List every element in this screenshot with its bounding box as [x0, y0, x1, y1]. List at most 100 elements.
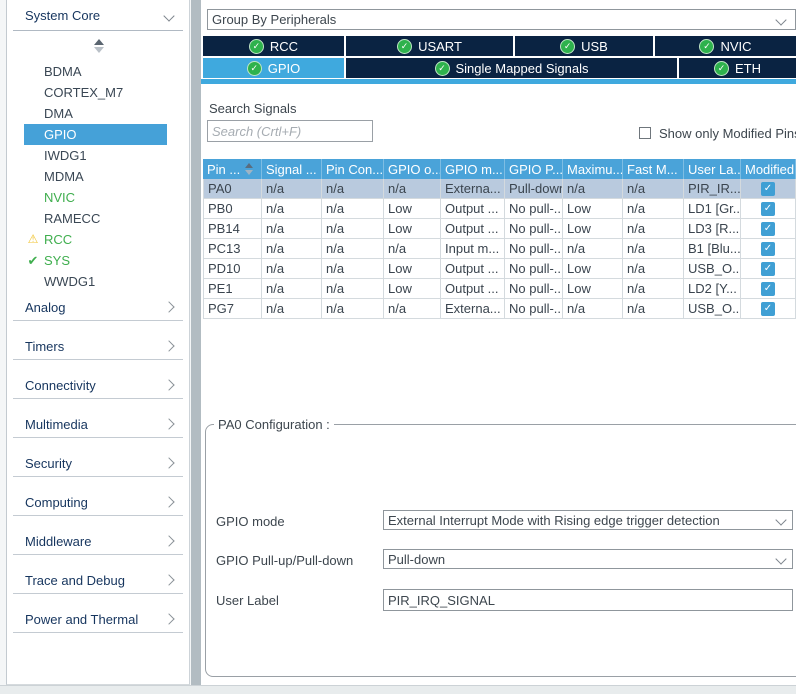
- cell-signal: n/a: [262, 279, 322, 299]
- cell-gpio-mode: Output ...: [441, 259, 505, 279]
- search-signals-label: Search Signals: [209, 101, 296, 116]
- column-header-gpio-output[interactable]: GPIO o...: [384, 159, 441, 179]
- sidebar-category-computing[interactable]: Computing: [13, 489, 183, 528]
- sidebar-item-sys[interactable]: ✔ SYS: [24, 250, 167, 271]
- chevron-right-icon: [163, 574, 174, 585]
- cell-fast-mode: n/a: [623, 239, 684, 259]
- column-header-gpio-mode[interactable]: GPIO m...: [441, 159, 505, 179]
- chevron-down-icon: [775, 14, 786, 25]
- sidebar-category-security[interactable]: Security: [13, 450, 183, 489]
- scroll-up-icon[interactable]: [94, 39, 104, 45]
- sidebar-item-dma[interactable]: DMA: [24, 103, 167, 124]
- group-by-dropdown[interactable]: Group By Peripherals: [207, 9, 796, 30]
- peripheral-label: RCC: [44, 232, 72, 247]
- sidebar-category-middleware[interactable]: Middleware: [13, 528, 183, 567]
- show-only-modified-pins-checkbox[interactable]: [639, 127, 651, 139]
- pins-table: Pin ... Signal ... Pin Con... GPIO o... …: [203, 159, 796, 319]
- tab-eth[interactable]: ETH: [679, 58, 796, 78]
- tab-single-mapped-signals[interactable]: Single Mapped Signals: [346, 58, 677, 78]
- table-row-pg7[interactable]: PG7 n/a n/a n/a Externa... No pull-... n…: [203, 299, 796, 319]
- table-row-pd10[interactable]: PD10 n/a n/a Low Output ... No pull-... …: [203, 259, 796, 279]
- sidebar-category-timers[interactable]: Timers: [13, 333, 183, 372]
- cell-fast-mode: n/a: [623, 279, 684, 299]
- cell-pin: PE1: [203, 279, 262, 299]
- check-icon: [560, 39, 575, 54]
- column-header-gpio-pull[interactable]: GPIO P...: [505, 159, 563, 179]
- sidebar-category-multimedia[interactable]: Multimedia: [13, 411, 183, 450]
- sidebar-item-bdma[interactable]: BDMA: [24, 61, 167, 82]
- gpio-pull-select[interactable]: Pull-down: [383, 549, 793, 569]
- modified-checkbox[interactable]: [761, 282, 775, 296]
- cell-gpio-output: Low: [384, 259, 441, 279]
- peripheral-label: MDMA: [44, 169, 84, 184]
- tab-usb[interactable]: USB: [515, 36, 653, 56]
- peripheral-label: IWDG1: [44, 148, 87, 163]
- tab-nvic[interactable]: NVIC: [655, 36, 796, 56]
- cell-maximum: n/a: [563, 239, 623, 259]
- sidebar-item-wwdg1[interactable]: WWDG1: [24, 271, 167, 292]
- chevron-right-icon: [163, 379, 174, 390]
- table-row-pb14[interactable]: PB14 n/a n/a Low Output ... No pull-... …: [203, 219, 796, 239]
- sidebar-category-analog[interactable]: Analog: [13, 294, 183, 333]
- modified-checkbox[interactable]: [761, 262, 775, 276]
- cell-fast-mode: n/a: [623, 299, 684, 319]
- category-label: Timers: [25, 339, 64, 354]
- column-header-pin-context[interactable]: Pin Con...: [322, 159, 384, 179]
- column-header-user-label[interactable]: User La...: [684, 159, 741, 179]
- cell-pin-context: n/a: [322, 239, 384, 259]
- cell-pin: PA0: [203, 179, 262, 199]
- tab-label: ETH: [735, 61, 761, 76]
- sidebar-header-system-core[interactable]: System Core: [25, 8, 100, 23]
- column-header-maximum[interactable]: Maximu...: [563, 159, 623, 179]
- sidebar-item-iwdg1[interactable]: IWDG1: [24, 145, 167, 166]
- check-icon: [247, 61, 262, 76]
- panel-divider[interactable]: [191, 0, 201, 685]
- modified-checkbox[interactable]: [761, 222, 775, 236]
- tab-gpio[interactable]: GPIO: [203, 58, 344, 78]
- cell-signal: n/a: [262, 239, 322, 259]
- table-row-pb0[interactable]: PB0 n/a n/a Low Output ... No pull-... L…: [203, 199, 796, 219]
- sidebar-item-gpio[interactable]: GPIO: [24, 124, 167, 145]
- modified-checkbox[interactable]: [761, 302, 775, 316]
- cell-gpio-mode: Output ...: [441, 279, 505, 299]
- tab-usart[interactable]: USART: [346, 36, 513, 56]
- mode-configuration-panel: Group By Peripherals RCC USART USB NVIC …: [201, 0, 796, 685]
- tab-label: RCC: [270, 39, 298, 54]
- cell-maximum: Low: [563, 279, 623, 299]
- column-header-pin[interactable]: Pin ...: [203, 159, 262, 179]
- check-icon: [249, 39, 264, 54]
- column-header-modified[interactable]: Modified: [741, 159, 796, 179]
- table-row-pe1[interactable]: PE1 n/a n/a Low Output ... No pull-... L…: [203, 279, 796, 299]
- peripheral-label: GPIO: [44, 127, 77, 142]
- column-header-signal[interactable]: Signal ...: [262, 159, 322, 179]
- table-row-pa0[interactable]: PA0 n/a n/a n/a Externa... Pull-down n/a…: [203, 179, 796, 199]
- sidebar-category-connectivity[interactable]: Connectivity: [13, 372, 183, 411]
- chevron-down-icon[interactable]: [163, 10, 174, 21]
- sidebar-item-mdma[interactable]: MDMA: [24, 166, 167, 187]
- sidebar-item-rcc[interactable]: ⚠ RCC: [24, 229, 167, 250]
- sidebar-category-trace-and-debug[interactable]: Trace and Debug: [13, 567, 183, 606]
- gpio-mode-select[interactable]: External Interrupt Mode with Rising edge…: [383, 510, 793, 530]
- user-label-input[interactable]: [383, 589, 793, 611]
- sidebar-item-ramecc[interactable]: RAMECC: [24, 208, 167, 229]
- gpio-pull-label: GPIO Pull-up/Pull-down: [216, 553, 353, 568]
- sidebar-item-cortex-m7[interactable]: CORTEX_M7: [24, 82, 167, 103]
- list-scroll-control[interactable]: [91, 39, 107, 53]
- sidebar-category-power-and-thermal[interactable]: Power and Thermal: [13, 606, 183, 645]
- table-row-pc13[interactable]: PC13 n/a n/a n/a Input m... No pull-... …: [203, 239, 796, 259]
- tab-rcc[interactable]: RCC: [203, 36, 344, 56]
- modified-checkbox[interactable]: [761, 182, 775, 196]
- column-header-fast-mode[interactable]: Fast M...: [623, 159, 684, 179]
- search-input[interactable]: [207, 120, 373, 142]
- chevron-right-icon: [163, 301, 174, 312]
- peripheral-label: NVIC: [44, 190, 75, 205]
- cell-pin: PB14: [203, 219, 262, 239]
- modified-checkbox[interactable]: [761, 242, 775, 256]
- sidebar-item-nvic[interactable]: NVIC: [24, 187, 167, 208]
- modified-checkbox[interactable]: [761, 202, 775, 216]
- gpio-mode-label: GPIO mode: [216, 514, 285, 529]
- scroll-down-icon[interactable]: [94, 47, 104, 53]
- chevron-right-icon: [163, 535, 174, 546]
- cell-user-label: LD3 [R...: [684, 219, 741, 239]
- cell-gpio-pull: No pull-...: [505, 199, 563, 219]
